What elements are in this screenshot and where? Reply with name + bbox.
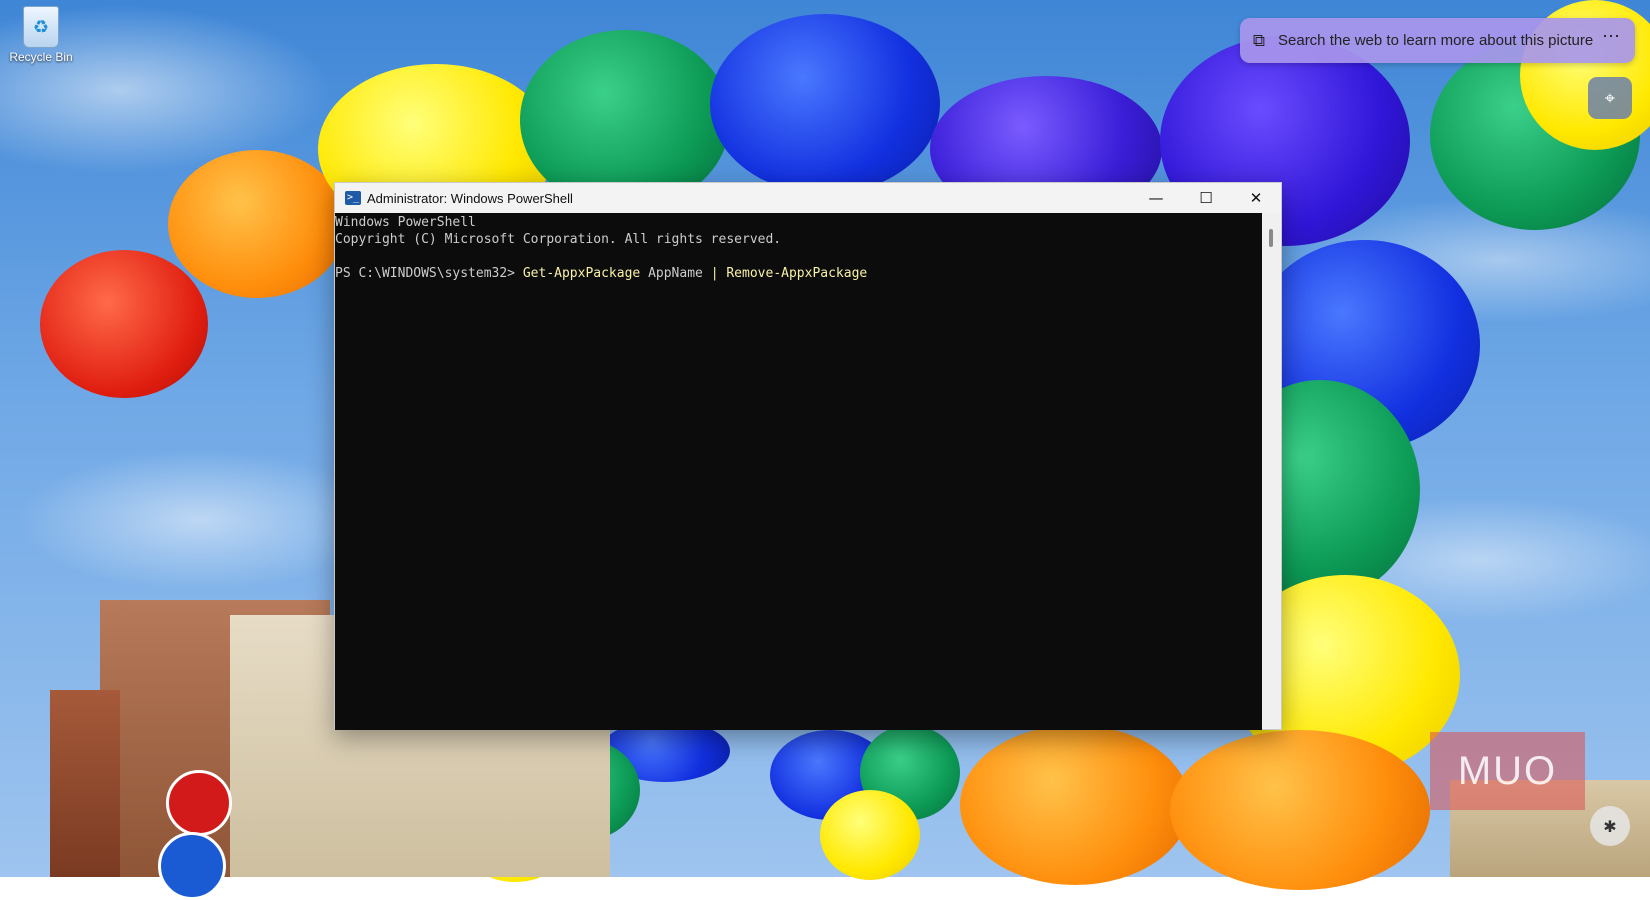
more-options-icon[interactable]: ⋯	[1602, 26, 1621, 47]
console-prompt: PS C:\WINDOWS\system32>	[335, 266, 523, 281]
desktop-icon-label: Recycle Bin	[9, 50, 73, 64]
close-button[interactable]: ✕	[1231, 183, 1281, 213]
balloon-orange-3	[1170, 730, 1430, 890]
cycle-sign	[158, 832, 226, 900]
desktop-icon-recycle-bin[interactable]: ♻ Recycle Bin	[4, 6, 78, 64]
corner-action-button[interactable]: ✱	[1590, 806, 1630, 846]
console-scrollbar[interactable]	[1262, 213, 1281, 729]
balloon-orange	[168, 150, 346, 298]
clock-tower	[50, 690, 120, 877]
balloon-red	[40, 250, 208, 398]
command-pipe: |	[710, 266, 727, 281]
command-remove-appxpackage: Remove-AppxPackage	[726, 266, 868, 281]
bug-icon: ✱	[1603, 816, 1617, 836]
recycle-bin-icon: ♻	[23, 6, 59, 48]
window-titlebar[interactable]: >_ Administrator: Windows PowerShell — ☐…	[335, 183, 1281, 213]
balloon-blue	[710, 14, 940, 194]
close-icon: ✕	[1249, 189, 1263, 207]
balloon-yellow-4	[820, 790, 920, 880]
minimize-button[interactable]: —	[1131, 183, 1181, 213]
muo-watermark: MUO	[1430, 732, 1585, 810]
maximize-button[interactable]: ☐	[1181, 183, 1231, 213]
scrollbar-thumb[interactable]	[1269, 229, 1273, 247]
minimize-icon: —	[1148, 189, 1164, 207]
watermark-text: MUO	[1457, 748, 1558, 793]
balloon-orange-2	[960, 725, 1190, 885]
console-header-line: Windows PowerShell	[335, 215, 476, 230]
powershell-icon: >_	[345, 191, 361, 205]
screenshot-lens-button[interactable]: ⌖	[1588, 77, 1632, 119]
console-output[interactable]: Windows PowerShell Copyright (C) Microso…	[335, 213, 1262, 730]
console-copyright-line: Copyright (C) Microsoft Corporation. All…	[335, 232, 782, 247]
console-command-line: PS C:\WINDOWS\system32> Get-AppxPackage …	[335, 265, 1262, 282]
maximize-icon: ☐	[1199, 189, 1213, 207]
visual-search-text: Search the web to learn more about this …	[1278, 32, 1594, 49]
powershell-window[interactable]: >_ Administrator: Windows PowerShell — ☐…	[334, 182, 1282, 730]
image-search-icon: ⧉	[1252, 30, 1266, 50]
no-entry-sign	[166, 770, 232, 836]
command-argument: AppName	[640, 266, 711, 281]
visual-search-banner[interactable]: ⧉ Search the web to learn more about thi…	[1240, 18, 1635, 63]
screenshot-lens-icon: ⌖	[1604, 87, 1616, 109]
window-title: Administrator: Windows PowerShell	[367, 190, 573, 206]
command-get-appxpackage: Get-AppxPackage	[522, 266, 641, 281]
